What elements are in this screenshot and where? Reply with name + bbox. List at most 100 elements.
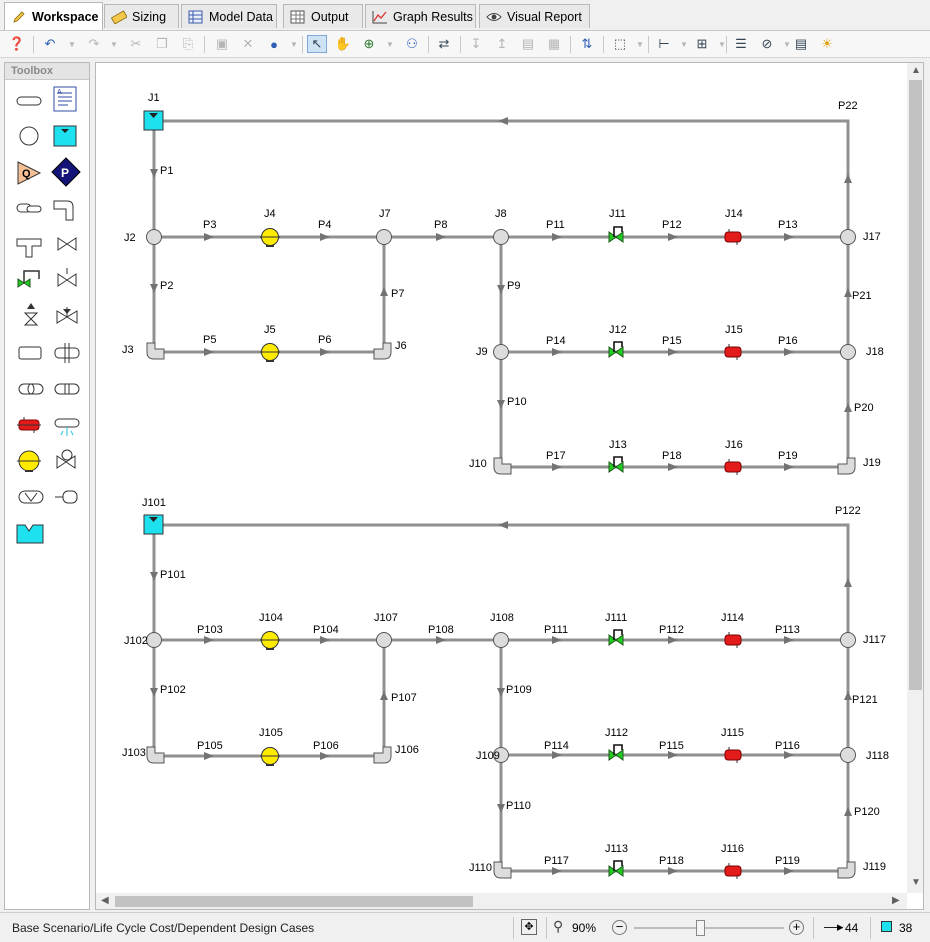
lock-icon[interactable]: ▤: [518, 35, 538, 53]
pump-J4[interactable]: [260, 228, 280, 247]
list-icon[interactable]: ☰: [731, 35, 751, 53]
vertical-scroll-thumb[interactable]: [909, 80, 922, 690]
group-icon[interactable]: ▦: [544, 35, 564, 53]
branch-tool-icon[interactable]: [17, 123, 45, 151]
heat-exchanger-J115[interactable]: [724, 747, 742, 763]
spray-discharge-tool-icon[interactable]: [53, 411, 81, 439]
bend-J110[interactable]: [493, 861, 512, 879]
bend-J106[interactable]: [373, 746, 392, 764]
scroll-down-icon[interactable]: ▼: [911, 877, 921, 888]
gas-accumulator-tool-icon[interactable]: [53, 303, 81, 331]
orifice-tool-icon[interactable]: [17, 375, 45, 403]
control-valve-J12[interactable]: [608, 341, 624, 358]
tab-output[interactable]: Output: [283, 4, 363, 28]
reservoir-J101[interactable]: [143, 514, 164, 535]
assigned-flow-tool-icon[interactable]: Q: [15, 159, 43, 187]
pump-J104[interactable]: [260, 631, 280, 650]
control-valve-J11[interactable]: [608, 226, 624, 243]
chevron-down-icon[interactable]: ▼: [104, 35, 124, 53]
zoom-slider-track[interactable]: [634, 927, 784, 929]
reverse-direction-icon[interactable]: ⇄: [434, 35, 454, 53]
branch-J2[interactable]: [146, 229, 162, 245]
screen-tool-icon[interactable]: [53, 339, 81, 367]
sort-icon[interactable]: ⇅: [577, 35, 597, 53]
chevron-down-icon[interactable]: ▼: [380, 35, 400, 53]
volume-balance-tool-icon[interactable]: [15, 519, 44, 547]
fit-to-window-icon[interactable]: ✥: [521, 919, 537, 935]
cut-icon[interactable]: ✂: [126, 35, 146, 53]
bend-tool-icon[interactable]: [51, 195, 79, 223]
heat-exchanger-tool-icon[interactable]: [15, 411, 43, 439]
branch-J9[interactable]: [493, 344, 509, 360]
branch-J107[interactable]: [376, 632, 392, 648]
branch-J102[interactable]: [146, 632, 162, 648]
connect-icon[interactable]: ⬚: [610, 35, 630, 53]
control-valve-J113[interactable]: [608, 860, 624, 877]
horizontal-scrollbar[interactable]: ◀ ▶: [96, 893, 907, 909]
prohibit-icon[interactable]: ⊘: [757, 35, 777, 53]
scroll-left-icon[interactable]: ◀: [101, 895, 109, 906]
horizontal-scroll-thumb[interactable]: [115, 896, 473, 907]
zoom-slider-thumb[interactable]: [696, 920, 705, 936]
annotation-tool-icon[interactable]: A: [51, 85, 79, 113]
check-valve-tool-icon[interactable]: [53, 265, 81, 293]
branch-J7[interactable]: [376, 229, 392, 245]
check-valve-2-tool-icon[interactable]: [17, 483, 45, 511]
heat-exchanger-J14[interactable]: [724, 229, 742, 245]
zoom-icon[interactable]: ⊕: [359, 35, 379, 53]
zoom-in-button[interactable]: +: [789, 920, 804, 935]
lightbulb-icon[interactable]: ☀: [817, 35, 837, 53]
tab-model-data[interactable]: Model Data: [181, 4, 277, 28]
branch-J17[interactable]: [840, 229, 856, 245]
pump-tool-icon[interactable]: [15, 447, 43, 475]
annotation-icon[interactable]: ▤: [791, 35, 811, 53]
branch-J118[interactable]: [840, 747, 856, 763]
tee-tool-icon[interactable]: [15, 231, 43, 259]
heat-exchanger-J15[interactable]: [724, 344, 742, 360]
pump-J105[interactable]: [260, 747, 280, 766]
reservoir-tool-icon[interactable]: [51, 121, 79, 149]
pipe-tool-icon[interactable]: [15, 87, 43, 115]
pan-hand-icon[interactable]: ✋: [333, 35, 353, 53]
heat-exchanger-J16[interactable]: [724, 459, 742, 475]
distribute-icon[interactable]: ⊞: [692, 35, 712, 53]
tab-visual-report[interactable]: Visual Report: [479, 4, 590, 28]
zoom-out-button[interactable]: −: [612, 920, 627, 935]
delete-icon[interactable]: ✕: [238, 35, 258, 53]
bend-J6[interactable]: [373, 342, 392, 360]
duplicate-icon[interactable]: ▣: [212, 35, 232, 53]
branch-J108[interactable]: [493, 632, 509, 648]
redo-icon[interactable]: ↷: [84, 35, 104, 53]
bend-J103[interactable]: [146, 746, 165, 764]
control-valve-J13[interactable]: [608, 456, 624, 473]
branch-J18[interactable]: [840, 344, 856, 360]
bend-J19[interactable]: [837, 457, 856, 475]
tab-sizing[interactable]: Sizing: [104, 4, 179, 28]
chevron-down-icon[interactable]: ▼: [630, 35, 650, 53]
spray-tool-icon[interactable]: [15, 195, 43, 223]
assigned-pressure-tool-icon[interactable]: P: [51, 157, 81, 187]
chevron-down-icon[interactable]: ▼: [712, 35, 732, 53]
undo-icon[interactable]: ↶: [40, 35, 60, 53]
move-up-icon[interactable]: ↥: [492, 35, 512, 53]
general-component-tool-icon[interactable]: [17, 339, 45, 367]
branch-J117[interactable]: [840, 632, 856, 648]
paste-icon[interactable]: ⎘: [178, 35, 198, 53]
help-icon[interactable]: ❓: [7, 35, 27, 53]
control-valve-2-tool-icon[interactable]: [53, 447, 81, 475]
control-valve-J111[interactable]: [608, 629, 624, 646]
control-valve-J112[interactable]: [608, 744, 624, 761]
globe-icon[interactable]: ●: [264, 35, 284, 53]
move-down-icon[interactable]: ↧: [466, 35, 486, 53]
copy-icon[interactable]: ❐: [152, 35, 172, 53]
binoculars-icon[interactable]: ⚇: [402, 35, 422, 53]
chevron-down-icon[interactable]: ▼: [284, 35, 304, 53]
control-valve-tool-icon[interactable]: [15, 265, 43, 293]
tab-workspace[interactable]: Workspace: [4, 2, 103, 30]
valve-tool-icon[interactable]: [53, 231, 81, 259]
pump-J5[interactable]: [260, 343, 280, 362]
workspace-canvas[interactable]: J1 J2 J3 J4 J5 J6 J7 J8 J9 J10 J11 J12 J…: [95, 62, 924, 910]
reservoir-J1[interactable]: [143, 110, 164, 131]
heat-exchanger-J116[interactable]: [724, 863, 742, 879]
select-arrow-icon[interactable]: ↖: [307, 35, 327, 53]
